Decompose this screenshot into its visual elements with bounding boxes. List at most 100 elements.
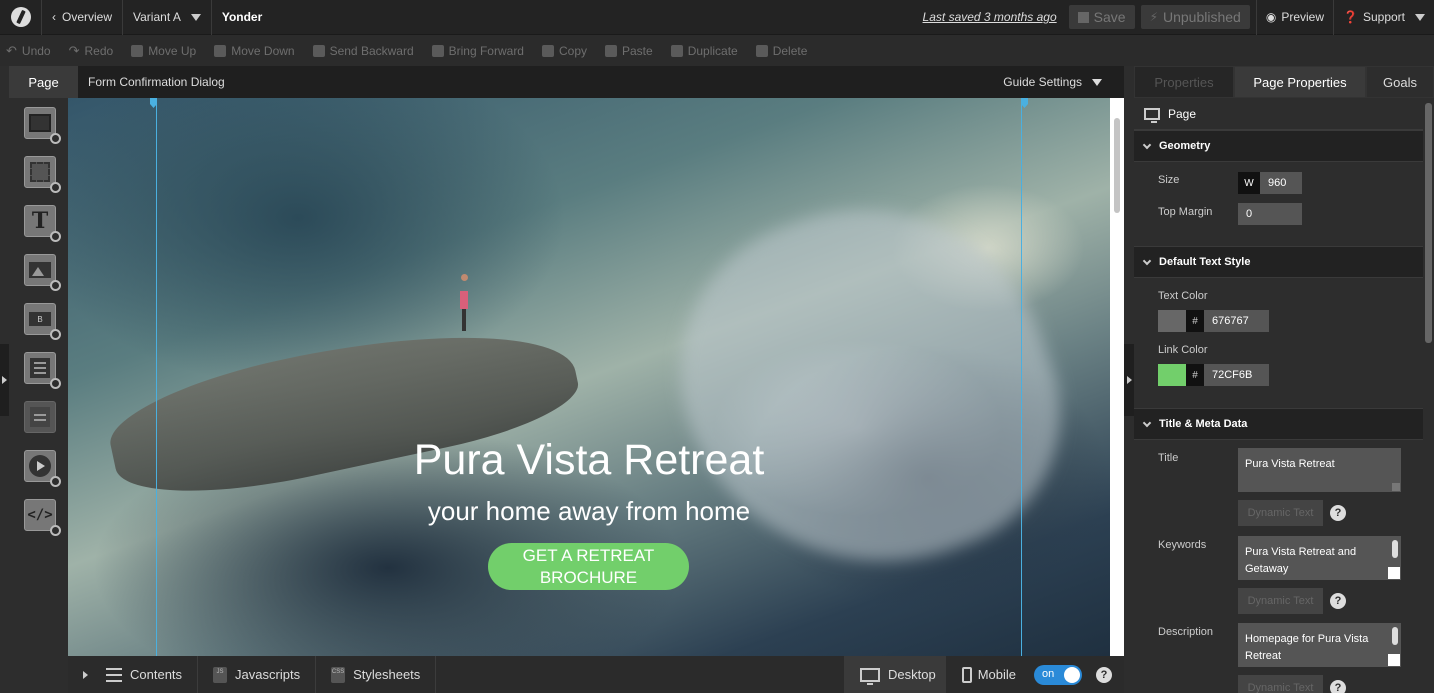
unpublished-button[interactable]: ⚡ Unpublished (1140, 5, 1250, 29)
toggle-knob (1064, 666, 1080, 683)
move-down-button[interactable]: Move Down (214, 44, 295, 58)
overview-label: Overview (62, 10, 113, 24)
text-style-section-header[interactable]: Default Text Style (1134, 246, 1434, 278)
page-canvas[interactable]: Pura Vista Retreat your home away from h… (68, 98, 1110, 656)
canvas-scrollbar[interactable] (1110, 98, 1124, 656)
description-input[interactable]: Homepage for Pura Vista Retreat (1238, 623, 1401, 667)
keywords-scrollbar[interactable] (1392, 540, 1398, 558)
save-button[interactable]: Save (1068, 5, 1135, 29)
bring-forward-button[interactable]: Bring Forward (431, 44, 524, 58)
right-guide-line[interactable] (1021, 98, 1022, 656)
width-input[interactable]: 960 (1260, 172, 1302, 194)
page-tab[interactable]: Page (9, 66, 78, 98)
hero-title[interactable]: Pura Vista Retreat (68, 436, 1110, 485)
javascripts-tab[interactable]: JS Javascripts (198, 656, 317, 693)
paste-button[interactable]: Paste (605, 44, 653, 58)
move-up-button[interactable]: Move Up (131, 44, 196, 58)
description-dynamic-text-button[interactable]: Dynamic Text (1238, 675, 1323, 693)
delete-label: Delete (772, 43, 808, 58)
widget-palette: T B </> (9, 98, 68, 656)
tab-goals[interactable]: Goals (1366, 66, 1434, 98)
monitor-icon (860, 667, 880, 685)
title-dynamic-text-button[interactable]: Dynamic Text (1238, 500, 1323, 526)
panel-header: Page (1134, 98, 1434, 130)
canvas-scrollbar-thumb[interactable] (1114, 118, 1120, 213)
resize-handle-icon[interactable] (1392, 483, 1400, 491)
resize-handle-icon[interactable] (1388, 567, 1400, 579)
meta-title-input[interactable]: Pura Vista Retreat (1238, 448, 1401, 492)
mobile-view-tab[interactable]: Mobile (946, 656, 1026, 693)
image-widget[interactable] (24, 254, 61, 291)
send-backward-button[interactable]: Send Backward (312, 43, 414, 58)
logo-icon (10, 7, 31, 27)
meta-section-header[interactable]: Title & Meta Data (1134, 408, 1434, 440)
text-color-input[interactable]: 676767 (1204, 310, 1269, 332)
send-backward-label: Send Backward (329, 43, 414, 58)
add-icon (50, 133, 61, 144)
keywords-dynamic-text-button[interactable]: Dynamic Text (1238, 588, 1323, 614)
link-color-swatch[interactable] (1158, 364, 1186, 386)
hero-subtitle[interactable]: your home away from home (68, 496, 1110, 527)
geometry-section-header[interactable]: Geometry (1134, 130, 1434, 162)
overview-link[interactable]: ‹ Overview (42, 0, 124, 35)
page-title: Yonder (221, 10, 263, 24)
redo-button[interactable]: ↷ Redo (69, 43, 114, 59)
list-icon (30, 407, 50, 427)
undo-label: Undo (21, 43, 51, 58)
duplicate-button[interactable]: Duplicate (670, 44, 738, 58)
canvas-header: Page Form Confirmation Dialog Guide Sett… (9, 66, 1124, 98)
top-margin-label: Top Margin (1158, 206, 1213, 218)
tab-properties[interactable]: Properties (1134, 66, 1234, 98)
keywords-input[interactable]: Pura Vista Retreat and Getaway (1238, 536, 1401, 580)
meta-title-label: Title (1158, 452, 1179, 464)
link-color-hash: # (1186, 364, 1204, 386)
top-margin-input[interactable]: 0 (1238, 203, 1302, 225)
keywords-help-icon[interactable]: ? (1330, 593, 1346, 609)
form-icon (30, 358, 50, 378)
resize-handle-icon[interactable] (1388, 654, 1400, 666)
send-backward-icon (312, 44, 325, 57)
right-panel-toggle[interactable] (1124, 344, 1134, 416)
brochure-button[interactable]: GET A RETREAT BROCHURE (488, 543, 689, 590)
custom-html-widget[interactable]: </> (24, 499, 61, 536)
copy-button[interactable]: Copy (541, 44, 587, 58)
text-widget[interactable]: T (24, 205, 61, 242)
section-widget[interactable] (24, 107, 61, 144)
tab-page-properties[interactable]: Page Properties (1234, 66, 1366, 98)
video-widget[interactable] (24, 450, 61, 487)
guide-settings-dropdown[interactable]: Guide Settings (1003, 75, 1102, 89)
box-icon (30, 162, 50, 182)
undo-button[interactable]: ↶ Undo (6, 43, 51, 59)
support-dropdown[interactable]: ❓ Support (1333, 0, 1434, 35)
panel-scrollbar-thumb[interactable] (1425, 103, 1432, 343)
mobile-toggle[interactable]: on (1034, 664, 1082, 685)
copy-icon (541, 44, 554, 57)
button-widget[interactable]: B (24, 303, 61, 340)
preview-button[interactable]: ◉ Preview (1255, 0, 1333, 35)
link-color-input[interactable]: 72CF6B (1204, 364, 1269, 386)
phone-icon (961, 666, 972, 683)
contents-tab[interactable]: Contents (68, 656, 199, 693)
description-help-icon[interactable]: ? (1330, 680, 1346, 693)
app-logo[interactable] (0, 0, 42, 35)
form-widget[interactable] (24, 352, 61, 389)
left-panel-toggle[interactable] (0, 344, 9, 416)
size-label: Size (1158, 174, 1180, 186)
help-icon[interactable]: ? (1096, 666, 1112, 683)
right-guide-handle[interactable] (1021, 98, 1028, 108)
text-style-title: Default Text Style (1159, 256, 1251, 268)
text-color-swatch[interactable] (1158, 310, 1186, 332)
box-widget[interactable] (24, 156, 61, 193)
title-help-icon[interactable]: ? (1330, 505, 1346, 521)
panel-scrollbar[interactable] (1423, 98, 1434, 693)
eye-icon: ◉ (1265, 10, 1277, 24)
delete-button[interactable]: Delete (755, 43, 808, 58)
last-saved-link[interactable]: Last saved 3 months ago (911, 10, 1069, 24)
stylesheets-tab[interactable]: CSS Stylesheets (316, 656, 437, 693)
add-icon (50, 231, 61, 242)
variant-dropdown[interactable]: Variant A (123, 0, 212, 35)
desktop-view-tab[interactable]: Desktop (844, 656, 946, 693)
description-scrollbar[interactable] (1392, 627, 1398, 645)
add-icon (50, 329, 61, 340)
left-guide-line[interactable] (156, 98, 157, 656)
